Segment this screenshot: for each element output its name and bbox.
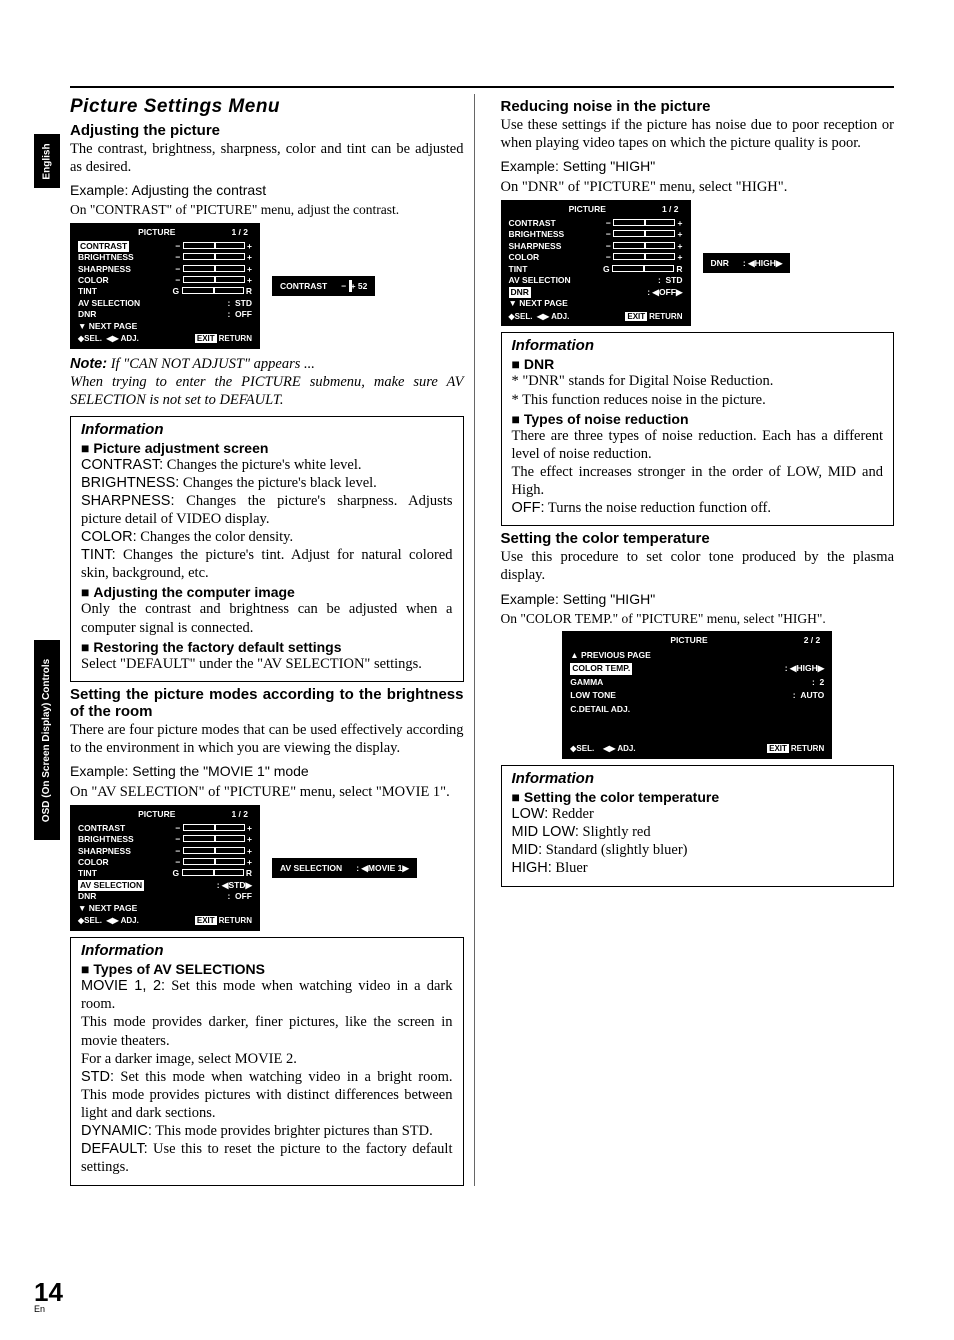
adjust-body: The contrast, brightness, sharpness, col… [70,140,464,176]
heading-modes: Setting the picture modes according to t… [70,686,464,720]
section-title: Picture Settings Menu [70,96,464,118]
top-rule [70,86,894,88]
osd-panel-4: PICTURE2 / 2 ▲ PREVIOUS PAGE COLOR TEMP.… [562,631,832,759]
info-box-4: Information ■ Setting the color temperat… [501,765,895,887]
example-4: Example: Setting "HIGH" [501,591,895,607]
right-column: Reducing noise in the picture Use these … [501,94,895,1186]
info-box-3: Information ■ DNR * "DNR" stands for Dig… [501,332,895,526]
colortemp-body: Use this procedure to set color tone pro… [501,548,895,584]
page-number: 14 En [34,1277,63,1314]
info-box-2: Information ■ Types of AV SELECTIONS MOV… [70,937,464,1185]
left-column: Picture Settings Menu Adjusting the pict… [70,94,475,1186]
example-4-body: On "COLOR TEMP." of "PICTURE" menu, sele… [501,611,895,628]
noise-body: Use these settings if the picture has no… [501,116,895,152]
heading-colortemp: Setting the color temperature [501,530,895,547]
example-2: Example: Setting the "MOVIE 1" mode [70,763,464,779]
heading-adjust: Adjusting the picture [70,122,464,139]
note-block: Note: If "CAN NOT ADJUST" appears ... Wh… [70,355,464,409]
info-box-1: Information ■ Picture adjustment screen … [70,416,464,682]
osd-panel-3: PICTURE1 / 2 CONTRAST− + BRIGHTNESS− + S… [501,200,691,326]
heading-noise: Reducing noise in the picture [501,98,895,115]
osd-strip-1: CONTRAST− + 52 [272,276,375,296]
example-3: Example: Setting "HIGH" [501,158,895,174]
example-1-body: On "CONTRAST" of "PICTURE" menu, adjust … [70,202,464,219]
osd-strip-3: DNR: ◀HIGH▶ [703,253,791,273]
modes-body: There are four picture modes that can be… [70,721,464,757]
osd-strip-2: AV SELECTION: ◀MOVIE 1▶ [272,858,417,878]
osd-panel-1: PICTURE1 / 2 CONTRAST− + BRIGHTNESS− + S… [70,223,260,349]
osd-panel-2: PICTURE1 / 2 CONTRAST− + BRIGHTNESS− + S… [70,805,260,931]
example-1: Example: Adjusting the contrast [70,182,464,198]
example-2-body: On "AV SELECTION" of "PICTURE" menu, sel… [70,783,464,801]
example-3-body: On "DNR" of "PICTURE" menu, select "HIGH… [501,178,895,196]
